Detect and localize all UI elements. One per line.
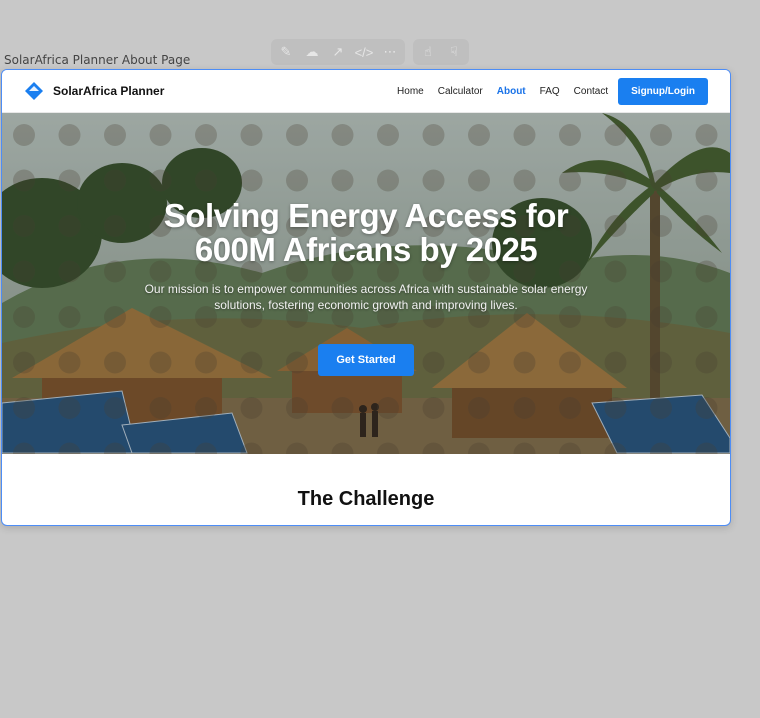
signup-login-button[interactable]: Signup/Login xyxy=(618,77,708,105)
brand-name: SolarAfrica Planner xyxy=(53,84,165,98)
nav-link-calculator[interactable]: Calculator xyxy=(438,86,483,97)
hero-title: Solving Energy Access for 600M Africans … xyxy=(163,197,569,268)
hero-subtitle: Our mission is to empower communities ac… xyxy=(144,282,588,312)
nav-links: Home Calculator About FAQ Contact Signup… xyxy=(397,77,708,105)
challenge-section: The Challenge xyxy=(2,454,730,511)
nav-link-faq[interactable]: FAQ xyxy=(540,86,560,97)
thumbs-up-icon[interactable]: ☝ xyxy=(415,40,441,64)
preview-toolbar: ✎ ☁ ↗ </> ⋯ ☝ ☟ xyxy=(271,39,469,65)
brand[interactable]: SolarAfrica Planner xyxy=(24,81,164,101)
navbar: SolarAfrica Planner Home Calculator Abou… xyxy=(2,70,730,113)
toolbar-group-feedback: ☝ ☟ xyxy=(413,39,469,65)
canvas-label: SolarAfrica Planner About Page xyxy=(4,53,191,67)
challenge-title: The Challenge xyxy=(297,488,435,510)
hero-section: Solving Energy Access for 600M Africans … xyxy=(2,113,730,454)
cloud-icon[interactable]: ☁ xyxy=(299,40,325,64)
hero-content: Solving Energy Access for 600M Africans … xyxy=(2,199,730,376)
nav-link-contact[interactable]: Contact xyxy=(574,86,608,97)
more-icon[interactable]: ⋯ xyxy=(377,40,403,64)
expand-icon[interactable]: ↗ xyxy=(325,40,351,64)
toolbar-group-edit: ✎ ☁ ↗ </> ⋯ xyxy=(271,39,405,65)
get-started-button[interactable]: Get Started xyxy=(318,344,414,376)
nav-link-about[interactable]: About xyxy=(497,86,526,97)
eraser-icon[interactable]: ✎ xyxy=(273,40,299,64)
nav-link-home[interactable]: Home xyxy=(397,86,424,97)
preview-frame: SolarAfrica Planner Home Calculator Abou… xyxy=(1,69,731,526)
brand-logo-icon xyxy=(25,82,43,100)
code-icon[interactable]: </> xyxy=(351,40,377,64)
thumbs-down-icon[interactable]: ☟ xyxy=(441,40,467,64)
